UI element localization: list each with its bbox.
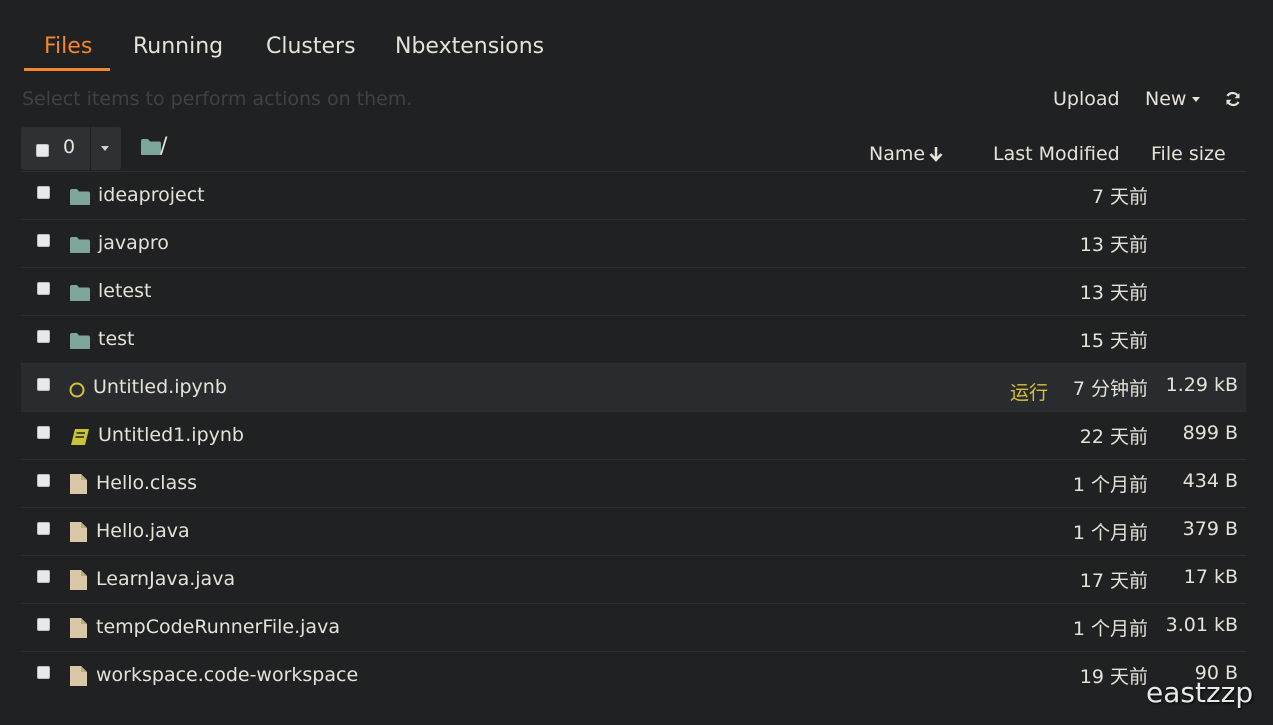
list-item-file: Hello.java 1 个月前 379 B: [21, 507, 1246, 555]
row-checkbox[interactable]: [37, 474, 50, 487]
file-icon: [70, 474, 87, 494]
select-all-checkbox[interactable]: [36, 144, 49, 157]
selection-hint: Select items to perform actions on them.: [22, 88, 413, 110]
select-all-button[interactable]: 0: [21, 127, 90, 170]
row-checkbox[interactable]: [37, 666, 50, 679]
item-name-link[interactable]: ideaproject: [98, 184, 205, 206]
row-checkbox[interactable]: [37, 186, 50, 199]
row-checkbox[interactable]: [37, 522, 50, 535]
item-name-link[interactable]: test: [98, 328, 135, 350]
item-modified: 1 个月前: [1072, 618, 1148, 640]
tab-clusters[interactable]: Clusters: [266, 26, 356, 70]
item-size: 899 B: [1182, 422, 1238, 444]
tab-bar: Files Running Clusters Nbextensions: [24, 26, 644, 72]
item-modified: 1 个月前: [1072, 474, 1148, 496]
list-item-folder: javapro 13 天前: [21, 219, 1246, 267]
selected-count: 0: [63, 136, 76, 158]
running-status-label: 运行: [1010, 382, 1049, 404]
column-name-label: Name: [869, 143, 926, 165]
arrow-down-icon: [929, 147, 943, 162]
file-icon: [70, 570, 87, 590]
list-item-file: tempCodeRunnerFile.java 1 个月前 3.01 kB: [21, 603, 1246, 651]
row-checkbox[interactable]: [37, 330, 50, 343]
folder-icon: [70, 333, 90, 349]
item-modified: 13 天前: [1079, 282, 1148, 304]
sort-by-name-header[interactable]: Name: [869, 143, 943, 165]
folder-icon: [70, 189, 90, 205]
new-dropdown-button[interactable]: New: [1145, 88, 1201, 110]
item-size: 3.01 kB: [1165, 614, 1238, 636]
breadcrumb-path: /: [160, 134, 168, 159]
row-checkbox[interactable]: [37, 426, 50, 439]
item-size: 17 kB: [1183, 566, 1238, 588]
circle-icon: [69, 382, 85, 398]
upload-button[interactable]: Upload: [1053, 88, 1120, 110]
item-name-link[interactable]: Hello.class: [96, 472, 197, 494]
folder-icon: [70, 285, 90, 301]
item-modified: 22 天前: [1079, 426, 1148, 448]
list-item-file: workspace.code-workspace 19 天前 90 B: [21, 651, 1246, 699]
item-name-link[interactable]: workspace.code-workspace: [96, 664, 358, 686]
item-modified: 7 天前: [1091, 186, 1148, 208]
caret-down-icon: [1192, 97, 1201, 102]
caret-down-icon: [101, 146, 109, 151]
row-checkbox[interactable]: [37, 234, 50, 247]
sort-by-size-header[interactable]: File size: [1151, 143, 1226, 165]
item-name-link[interactable]: javapro: [98, 232, 169, 254]
new-button-label: New: [1145, 88, 1187, 110]
book-icon: [71, 429, 89, 445]
list-item-notebook-running: Untitled.ipynb 运行 7 分钟前 1.29 kB: [21, 363, 1246, 411]
item-name-link[interactable]: tempCodeRunnerFile.java: [96, 616, 340, 638]
folder-icon: [141, 139, 161, 155]
tab-running[interactable]: Running: [133, 26, 223, 70]
file-icon: [70, 522, 87, 542]
item-name-link[interactable]: Hello.java: [96, 520, 190, 542]
refresh-icon[interactable]: [1224, 90, 1244, 110]
notebook-file-browser: Files Running Clusters Nbextensions Sele…: [0, 0, 1273, 725]
list-item-folder: test 15 天前: [21, 315, 1246, 363]
file-icon: [70, 618, 87, 638]
item-name-link[interactable]: letest: [98, 280, 151, 302]
item-modified: 15 天前: [1079, 330, 1148, 352]
tab-nbextensions[interactable]: Nbextensions: [395, 26, 544, 70]
item-modified: 17 天前: [1079, 570, 1148, 592]
item-modified: 19 天前: [1079, 666, 1148, 688]
row-checkbox[interactable]: [37, 570, 50, 583]
file-list: ideaproject 7 天前 javapro 13 天前 letest 13…: [21, 171, 1246, 699]
row-checkbox[interactable]: [37, 378, 50, 391]
list-item-folder: letest 13 天前: [21, 267, 1246, 315]
item-name-link[interactable]: Untitled1.ipynb: [98, 424, 244, 446]
item-modified: 1 个月前: [1072, 522, 1148, 544]
file-icon: [70, 666, 87, 686]
list-item-notebook: Untitled1.ipynb 22 天前 899 B: [21, 411, 1246, 459]
list-item-folder: ideaproject 7 天前: [21, 171, 1246, 219]
item-name-link[interactable]: Untitled.ipynb: [93, 376, 227, 398]
item-name-link[interactable]: LearnJava.java: [96, 568, 235, 590]
select-all-group: 0: [21, 127, 121, 170]
watermark-text: eastzzp: [1146, 676, 1254, 709]
item-modified: 7 分钟前: [1072, 378, 1148, 400]
item-size: 379 B: [1182, 518, 1238, 540]
sort-by-modified-header[interactable]: Last Modified: [993, 143, 1120, 165]
list-item-file: LearnJava.java 17 天前 17 kB: [21, 555, 1246, 603]
item-size: 1.29 kB: [1165, 374, 1238, 396]
item-modified: 13 天前: [1079, 234, 1148, 256]
row-checkbox[interactable]: [37, 618, 50, 631]
tab-files[interactable]: Files: [44, 26, 92, 70]
item-size: 434 B: [1182, 470, 1238, 492]
list-item-file: Hello.class 1 个月前 434 B: [21, 459, 1246, 507]
select-menu-dropdown[interactable]: [91, 127, 121, 170]
row-checkbox[interactable]: [37, 282, 50, 295]
active-tab-indicator: [24, 68, 110, 71]
folder-icon: [70, 237, 90, 253]
